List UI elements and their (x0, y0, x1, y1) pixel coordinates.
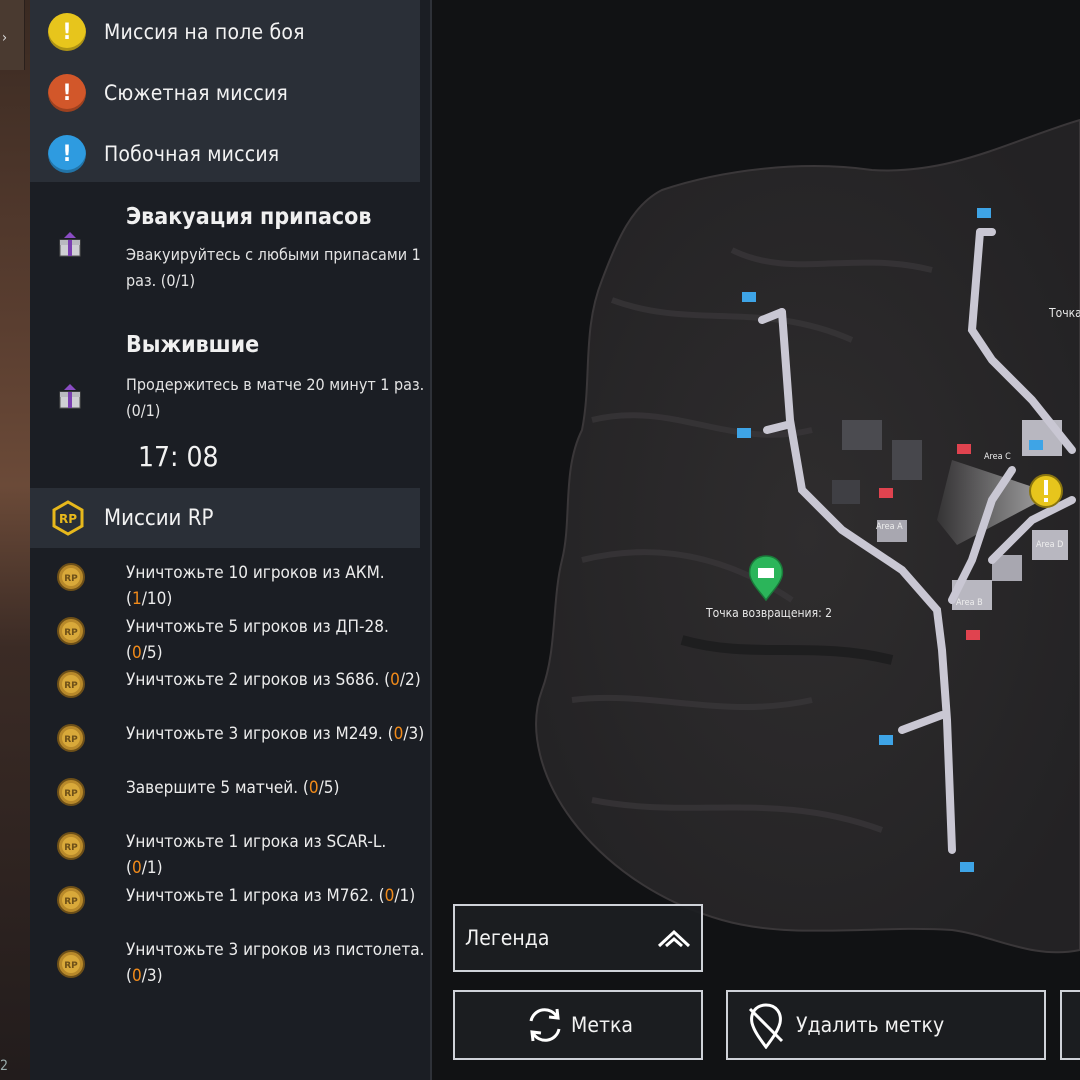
rp-task-text: Уничтожьте 2 игроков из S686. (0/2) (126, 667, 426, 693)
chevron-right-icon[interactable]: › (2, 30, 7, 46)
rp-task-label: Уничтожьте 5 игроков из ДП-28. ( (126, 617, 389, 663)
rp-task-label: Уничтожьте 1 игрока из SCAR-L. ( (126, 832, 387, 878)
supply-crate-icon (59, 232, 81, 257)
rp-task-label: Уничтожьте 1 игрока из M762. ( (126, 886, 385, 906)
refresh-marker-icon (529, 1008, 561, 1042)
rp-coin-icon: RP (57, 778, 85, 806)
svg-text:RP: RP (64, 961, 78, 971)
mission-type-label: Побочная миссия (104, 142, 280, 166)
rp-task-progress: 0 (131, 643, 142, 663)
rp-coin-icon: RP (57, 670, 85, 698)
rp-task-goal: /5) (318, 778, 340, 798)
rp-badge-icon: RP (50, 500, 86, 536)
area-label: Area C (984, 452, 1011, 462)
mission-title: Выжившие (126, 332, 260, 358)
svg-text:RP: RP (64, 897, 78, 907)
rp-task-label: Уничтожьте 3 игроков из пистолета. ( (126, 940, 425, 986)
svg-text:RP: RP (64, 628, 78, 638)
return-point-label: Точка возвращения: 2 (706, 606, 832, 620)
rp-coin-icon: RP (57, 617, 85, 645)
rp-coin-icon: RP (57, 832, 85, 860)
svg-text:RP: RP (64, 843, 78, 853)
mission-description: Продержитесь в матче 20 минут 1 раз. (0/… (126, 375, 425, 420)
rp-task-goal: /1) (394, 886, 416, 906)
back-corner[interactable]: › (0, 0, 25, 70)
point-label: Точка (1049, 306, 1080, 320)
blue-exclamation-icon: ! (48, 135, 86, 173)
mission-survivors[interactable]: Выжившие Продержитесь в матче 20 минут 1… (48, 330, 424, 440)
rp-coin-icon: RP (57, 886, 85, 914)
rp-task-goal: /5) (141, 643, 163, 663)
rp-task-goal: /3) (141, 966, 163, 986)
rp-task-text: Уничтожьте 3 игроков из пистолета. (0/3) (126, 937, 426, 989)
rp-task-progress: 1 (131, 589, 142, 609)
rp-missions-title: Миссии RP (104, 505, 214, 531)
rp-coin-icon: RP (57, 950, 85, 978)
game-backdrop: › 2 (0, 0, 30, 1080)
mission-supply-evacuation[interactable]: Эвакуация припасов Эвакуируйтесь с любым… (48, 200, 421, 310)
rp-task-text: Уничтожьте 1 игрока из M762. (0/1) (126, 883, 426, 909)
rp-task-label: Уничтожьте 3 игроков из M249. ( (126, 724, 394, 744)
delete-mark-button-label: Удалить метку (796, 1013, 945, 1037)
rp-task-text: Уничтожьте 5 игроков из ДП-28. (0/5) (126, 614, 426, 666)
mission-title: Эвакуация припасов (126, 204, 372, 230)
mission-timer: 17: 08 (138, 440, 219, 473)
rp-task-progress: 0 (384, 886, 395, 906)
mark-button[interactable]: Метка (453, 990, 703, 1060)
rp-task-progress: 0 (131, 966, 142, 986)
rp-task-text: Уничтожьте 3 игроков из M249. (0/3) (126, 721, 426, 747)
orange-exclamation-icon: ! (48, 74, 86, 112)
rp-task-label: Уничтожьте 2 игроков из S686. ( (126, 670, 391, 690)
rp-task-goal: /3) (403, 724, 425, 744)
rp-task-text: Завершите 5 матчей. (0/5) (126, 775, 426, 801)
area-label: Area D (1036, 540, 1064, 550)
svg-text:RP: RP (64, 681, 78, 691)
footer-number: 2 (0, 1058, 9, 1074)
chevron-up-icon (657, 929, 691, 948)
area-label: Area A (876, 522, 903, 532)
mission-type-side: ! Побочная миссия (48, 132, 279, 176)
mission-type-battlefield: ! Миссия на поле боя (48, 10, 305, 54)
mission-type-label: Миссия на поле боя (104, 20, 305, 44)
mission-types-legend: ! Миссия на поле боя ! Сюжетная миссия !… (30, 0, 420, 182)
rp-task-progress: 0 (308, 778, 319, 798)
rp-missions-header[interactable]: RP Миссии RP (30, 488, 420, 548)
supply-crate-icon (59, 384, 81, 409)
rp-task-progress: 0 (131, 858, 142, 878)
mission-type-story: ! Сюжетная миссия (48, 71, 288, 115)
rp-task-goal: /2) (399, 670, 421, 690)
yellow-exclamation-icon: ! (48, 13, 86, 51)
area-label: Area B (956, 598, 983, 608)
rp-coin-icon: RP (57, 563, 85, 591)
rp-task-text: Уничтожьте 1 игрока из SCAR-L. (0/1) (126, 829, 426, 881)
rp-coin-icon: RP (57, 724, 85, 752)
svg-text:RP: RP (64, 574, 78, 584)
rp-task-text: Уничтожьте 10 игроков из АКМ. (1/10) (126, 560, 426, 612)
rp-task-progress: 0 (390, 670, 400, 690)
delete-mark-button[interactable]: Удалить метку (726, 990, 1046, 1060)
extra-button[interactable] (1060, 990, 1080, 1060)
legend-button-label: Легенда (465, 926, 550, 950)
legend-toggle-button[interactable]: Легенда (453, 904, 703, 972)
svg-text:RP: RP (64, 735, 78, 745)
rp-task-goal: /10) (141, 589, 173, 609)
svg-text:RP: RP (59, 512, 77, 526)
svg-text:RP: RP (64, 789, 78, 799)
rp-task-progress: 0 (393, 724, 404, 744)
delete-marker-icon (748, 1003, 784, 1049)
mission-description: Эвакуируйтесь с любыми припасами 1 раз. … (126, 245, 421, 290)
missions-panel: ! Миссия на поле боя ! Сюжетная миссия !… (30, 0, 432, 1080)
rp-task-label: Завершите 5 матчей. ( (126, 778, 309, 798)
rp-task-goal: /1) (141, 858, 163, 878)
mission-type-label: Сюжетная миссия (104, 81, 288, 105)
mark-button-label: Метка (571, 1013, 633, 1037)
